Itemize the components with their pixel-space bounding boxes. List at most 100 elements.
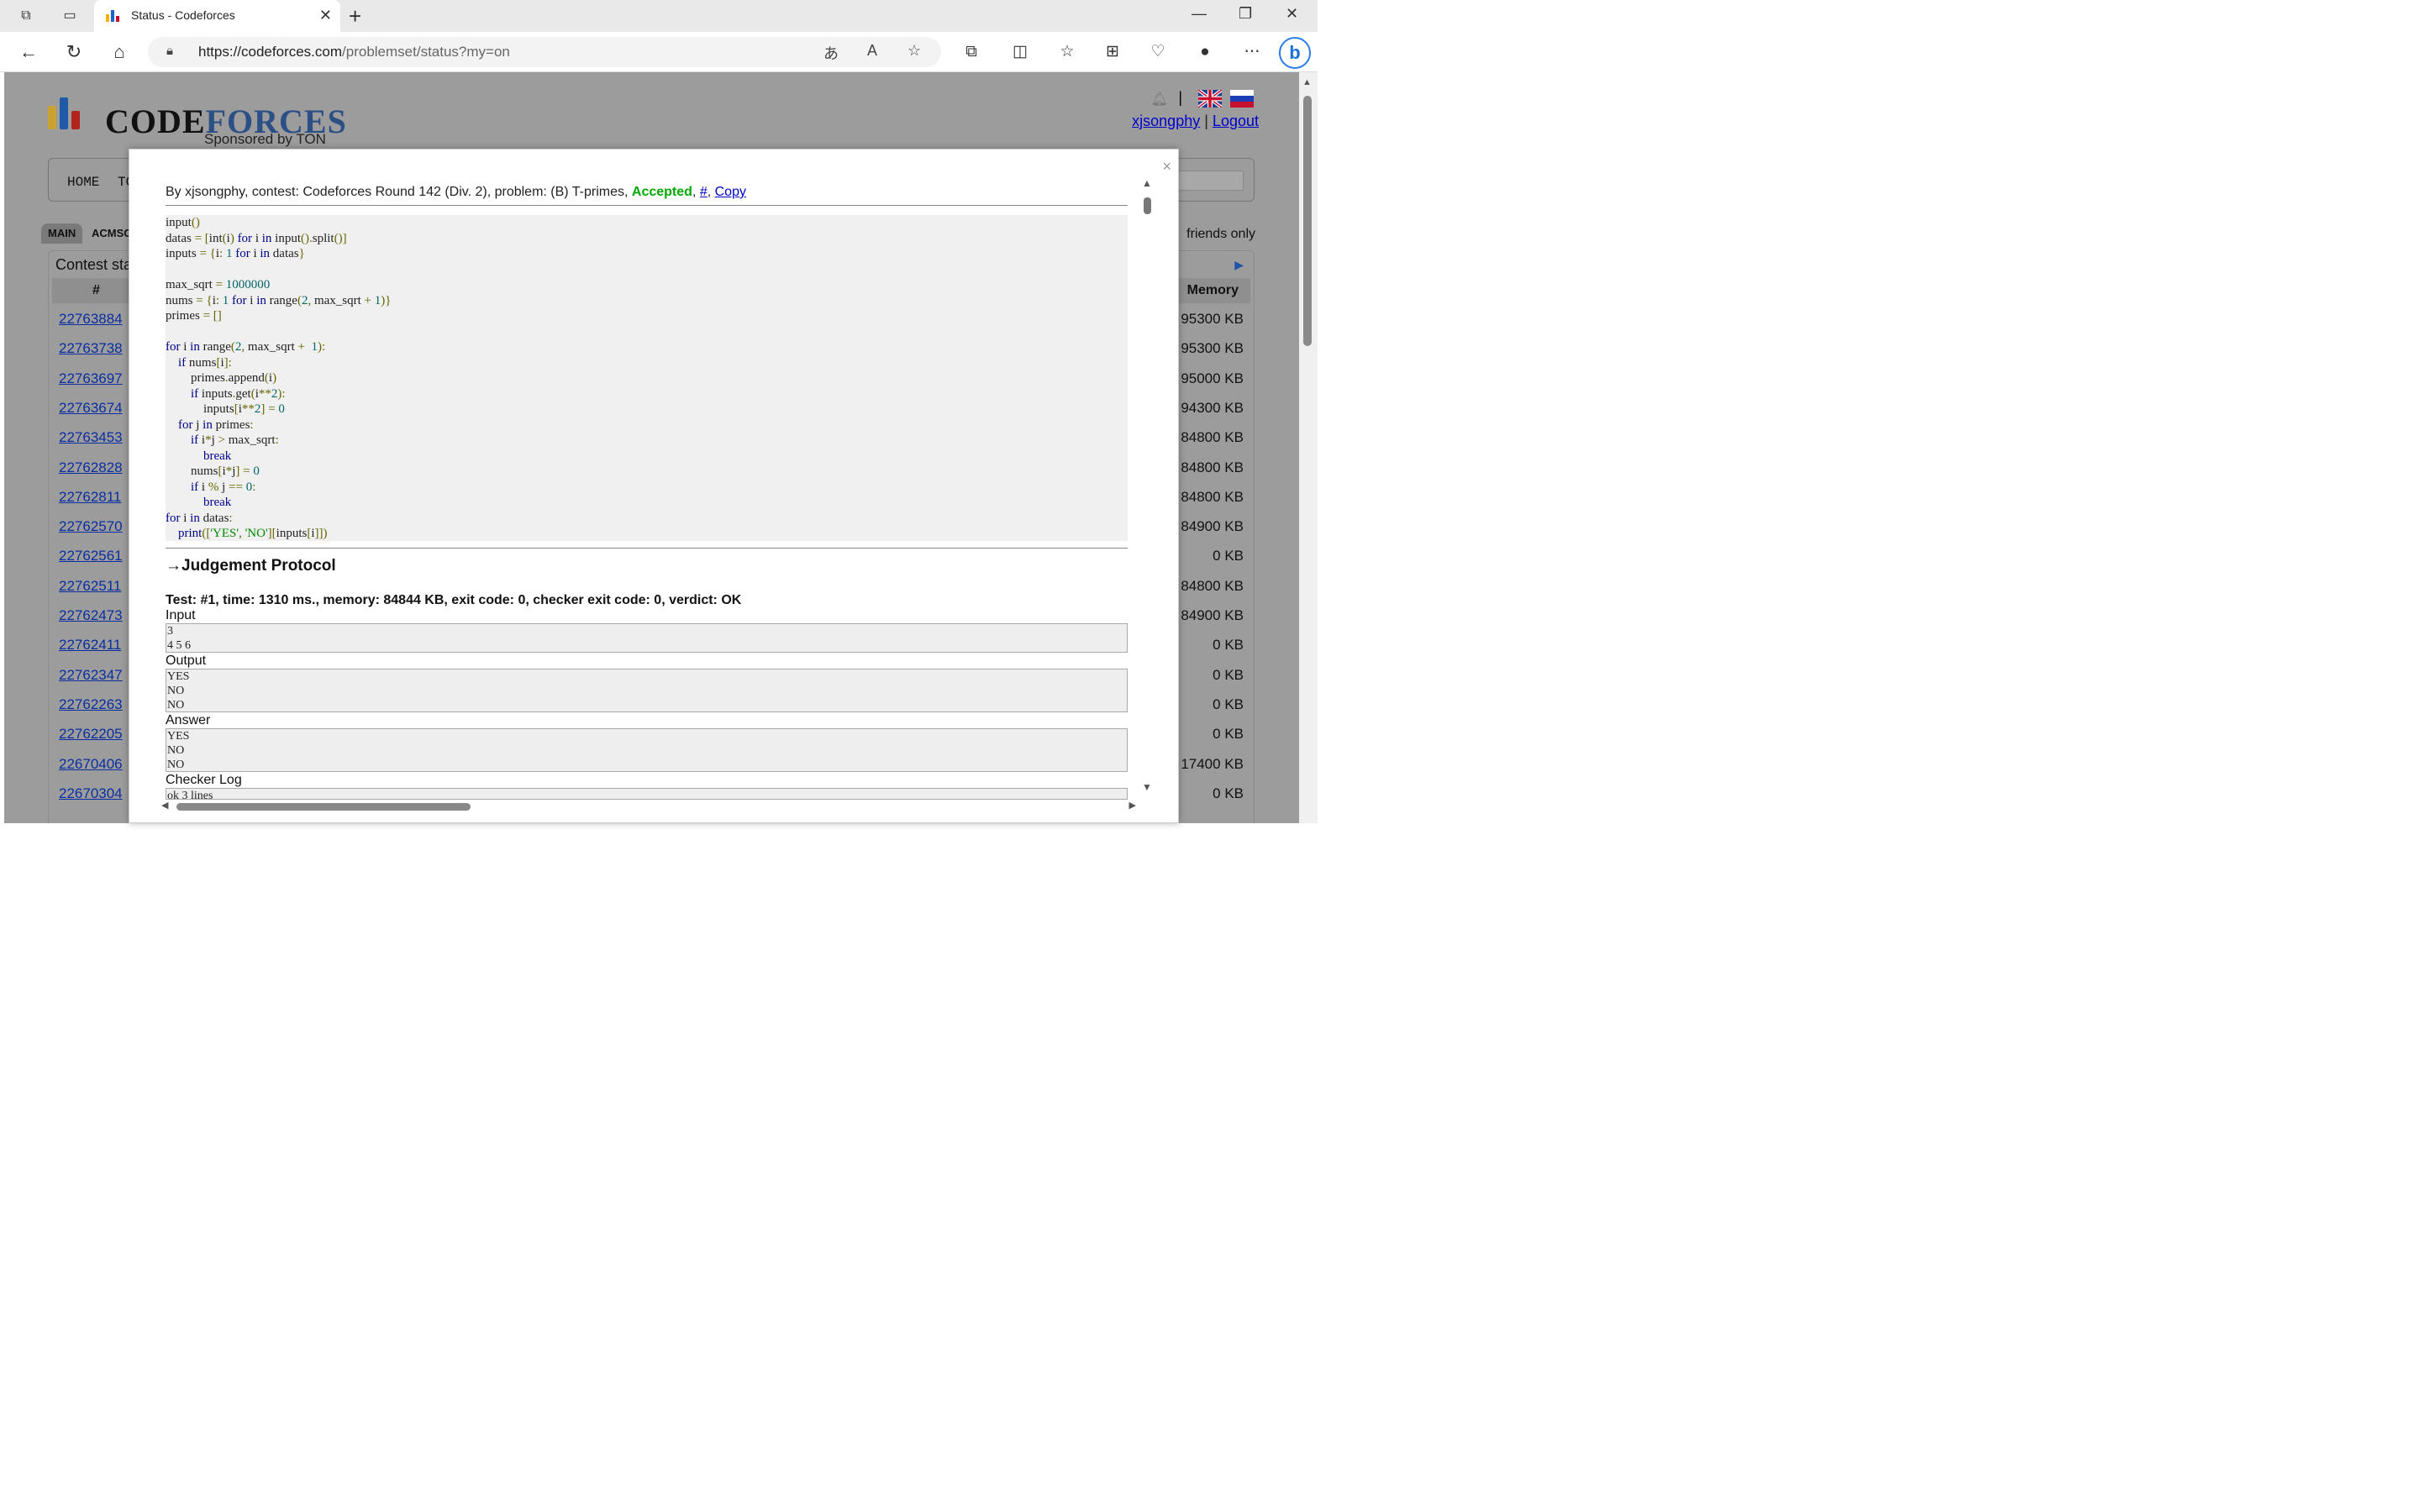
modal-vertical-scroll-thumb[interactable] — [1144, 197, 1151, 214]
menu-home[interactable]: HOME — [67, 175, 99, 190]
favorites-icon[interactable]: ☆ — [1055, 40, 1079, 64]
code-line: primes = [] — [166, 309, 222, 323]
tab-title: Status - Codeforces — [131, 8, 235, 22]
answer-label: Answer — [166, 713, 211, 727]
page-vertical-scrollbar[interactable]: ▲ — [1299, 72, 1318, 823]
translate-icon[interactable]: あ — [823, 42, 839, 64]
copy-link[interactable]: Copy — [715, 185, 746, 199]
lock-icon[interactable]: 🔒︎ — [166, 44, 173, 58]
window-close-icon[interactable]: ✕ — [1286, 5, 1298, 23]
bing-copilot-icon[interactable]: b — [1279, 37, 1311, 69]
scroll-up-icon[interactable]: ▲ — [1302, 77, 1312, 87]
submission-id-link[interactable]: 22762473 — [59, 607, 123, 624]
favorite-star-icon[interactable]: ☆ — [908, 42, 921, 60]
test-summary: Test: #1, time: 1310 ms., memory: 84844 … — [166, 593, 742, 607]
code-line: break — [203, 449, 232, 463]
bell-icon[interactable]: 🔔︎ — [1151, 92, 1168, 107]
user-area: xjsongphy | Logout — [1132, 113, 1259, 130]
code-line: if i % j == 0: — [191, 480, 256, 494]
submission-id-link[interactable]: 22762347 — [59, 667, 123, 684]
code-line: break — [203, 496, 232, 509]
tab-close-icon[interactable]: ✕ — [319, 7, 332, 24]
code-line: for i in datas: — [166, 511, 233, 525]
judgement-protocol-title[interactable]: →Judgement Protocol — [166, 557, 336, 575]
sponsored-text: Sponsored by TON — [204, 131, 326, 147]
submission-id-link[interactable]: 22762561 — [59, 548, 123, 564]
hash-link[interactable]: # — [700, 185, 708, 199]
submission-id-link[interactable]: 22670304 — [59, 785, 123, 802]
username-link[interactable]: xjsongphy — [1132, 113, 1200, 129]
submission-id-link[interactable]: 22763884 — [59, 311, 123, 328]
subtab-main[interactable]: MAIN — [41, 223, 83, 244]
vertical-tabs-icon[interactable]: ▭ — [60, 7, 79, 25]
header-prefix: By xjsongphy, contest: Codeforces Round … — [166, 185, 632, 199]
code-line: nums[i*j] = 0 — [166, 465, 260, 478]
refresh-icon[interactable]: ↻ — [62, 40, 86, 64]
restore-icon[interactable]: ❐ — [1239, 5, 1252, 23]
more-options-icon[interactable]: ⋯ — [1240, 40, 1264, 64]
profile-avatar-icon[interactable]: ● — [1193, 40, 1217, 64]
new-tab-icon[interactable]: + — [349, 3, 361, 29]
logout-link[interactable]: Logout — [1213, 113, 1259, 129]
modal-scroll-up-icon[interactable]: ▲ — [1142, 177, 1152, 189]
submission-id-link[interactable]: 22763697 — [59, 370, 123, 387]
submission-id-link[interactable]: 22763738 — [59, 340, 123, 357]
modal-horizontal-scrollbar[interactable]: ◀ ▶ — [161, 800, 1136, 813]
address-bar[interactable]: 🔒︎ https://codeforces.com/problemset/sta… — [148, 37, 941, 67]
verdict-accepted: Accepted — [631, 185, 692, 199]
workspaces-icon[interactable]: ⧉ — [17, 7, 35, 25]
code-line: for j in primes: — [178, 417, 254, 432]
url-domain: https://codeforces.com — [198, 44, 343, 60]
submission-modal: × By xjsongphy, contest: Codeforces Roun… — [129, 149, 1179, 823]
code-line: input() — [166, 216, 200, 229]
submission-id-link[interactable]: 22762570 — [59, 518, 123, 535]
submission-id-link[interactable]: 22762411 — [59, 637, 121, 654]
submission-id-link[interactable]: 22670406 — [59, 756, 123, 773]
browser-essentials-icon[interactable]: ♡ — [1146, 40, 1170, 64]
scroll-left-icon[interactable]: ◀ — [161, 800, 168, 811]
submission-id-link[interactable]: 22762263 — [59, 696, 123, 713]
logo-code-text: CODE — [105, 102, 206, 140]
submission-id-link[interactable]: 22762205 — [59, 726, 123, 743]
russian-flag-icon[interactable] — [1230, 90, 1254, 108]
extensions-icon[interactable]: ⧉ — [960, 40, 983, 64]
url-text[interactable]: https://codeforces.com/problemset/status… — [198, 44, 510, 60]
modal-close-icon[interactable]: × — [1162, 158, 1171, 176]
page-scroll-thumb[interactable] — [1303, 96, 1312, 346]
read-aloud-icon[interactable]: A — [867, 42, 877, 60]
friends-only-label: friends only — [1186, 227, 1255, 241]
header-comma-2: , — [707, 185, 715, 199]
submission-id-link[interactable]: 22762511 — [59, 578, 121, 595]
output-box: YES NO NO — [166, 669, 1128, 712]
english-flag-icon[interactable] — [1197, 88, 1223, 109]
modal-horizontal-scroll-thumb[interactable] — [176, 803, 471, 811]
browser-toolbar: ← ↻ ⌂ 🔒︎ https://codeforces.com/problems… — [0, 32, 1318, 72]
minimize-icon[interactable]: — — [1192, 5, 1207, 23]
next-page-arrow-icon[interactable]: ▶ — [1234, 258, 1244, 272]
col-memory-header: Memory — [1186, 283, 1239, 297]
split-screen-icon[interactable]: ◫ — [1008, 40, 1032, 64]
code-line: ​ — [166, 262, 1128, 278]
code-line: if i*j > max_sqrt: — [191, 433, 279, 447]
modal-scroll-down-icon[interactable]: ▼ — [1142, 781, 1152, 793]
back-icon[interactable]: ← — [17, 40, 40, 64]
scroll-right-icon[interactable]: ▶ — [1129, 800, 1136, 811]
code-line: inputs[i**2] = 0 — [166, 402, 285, 416]
user-separator: | — [1204, 113, 1208, 129]
home-icon[interactable]: ⌂ — [108, 40, 131, 64]
submission-id-link[interactable]: 22763674 — [59, 400, 123, 417]
code-line: ​ — [166, 324, 1128, 340]
submission-id-link[interactable]: 22762828 — [59, 459, 123, 476]
code-line: print(['YES', 'NO'][inputs[i]]) — [178, 527, 328, 540]
code-line: if inputs.get(i**2): — [191, 386, 286, 401]
codeforces-favicon-icon — [106, 10, 121, 22]
source-code-block[interactable]: input() datas = [int(i) for i in input().… — [166, 215, 1128, 541]
language-flags: 🔔︎ | — [1151, 88, 1254, 109]
tab-status-codeforces[interactable]: Status - Codeforces ✕ — [94, 0, 340, 32]
collections-icon[interactable]: ⊞ — [1101, 40, 1124, 64]
submission-id-link[interactable]: 22762811 — [59, 489, 121, 506]
table-title: Contest sta — [55, 256, 133, 273]
divider — [166, 548, 1128, 549]
submission-header: By xjsongphy, contest: Codeforces Round … — [166, 185, 1128, 206]
submission-id-link[interactable]: 22763453 — [59, 429, 123, 446]
